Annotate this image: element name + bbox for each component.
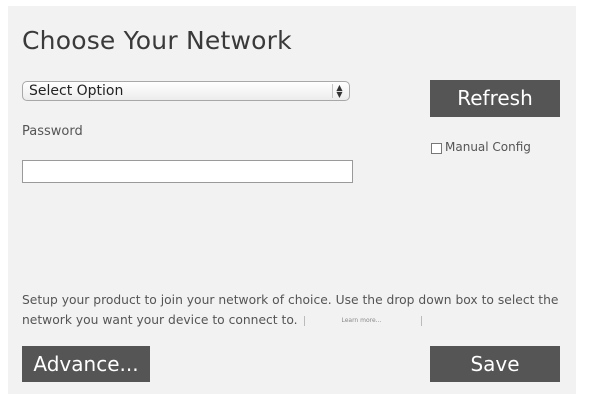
save-button[interactable]: Save [430,346,560,382]
network-select-value: Select Option [29,83,124,99]
manual-config-checkbox[interactable] [431,143,442,154]
manual-config-option[interactable]: Manual Config [431,139,531,154]
page-title: Choose Your Network [22,26,292,55]
help-text-block: Setup your product to join your network … [22,290,562,330]
advance-button[interactable]: Advance... [22,346,150,382]
learn-more-link[interactable]: Learn more... [304,315,423,326]
manual-config-label: Manual Config [445,139,531,154]
network-select[interactable]: Select Option ▲ ▼ [22,81,350,101]
help-text: Setup your product to join your network … [22,293,559,327]
network-setup-panel [8,6,576,394]
select-arrows-icon: ▲ ▼ [332,84,346,99]
refresh-button[interactable]: Refresh [430,80,560,117]
password-label: Password [22,124,83,139]
password-field[interactable] [22,160,353,183]
